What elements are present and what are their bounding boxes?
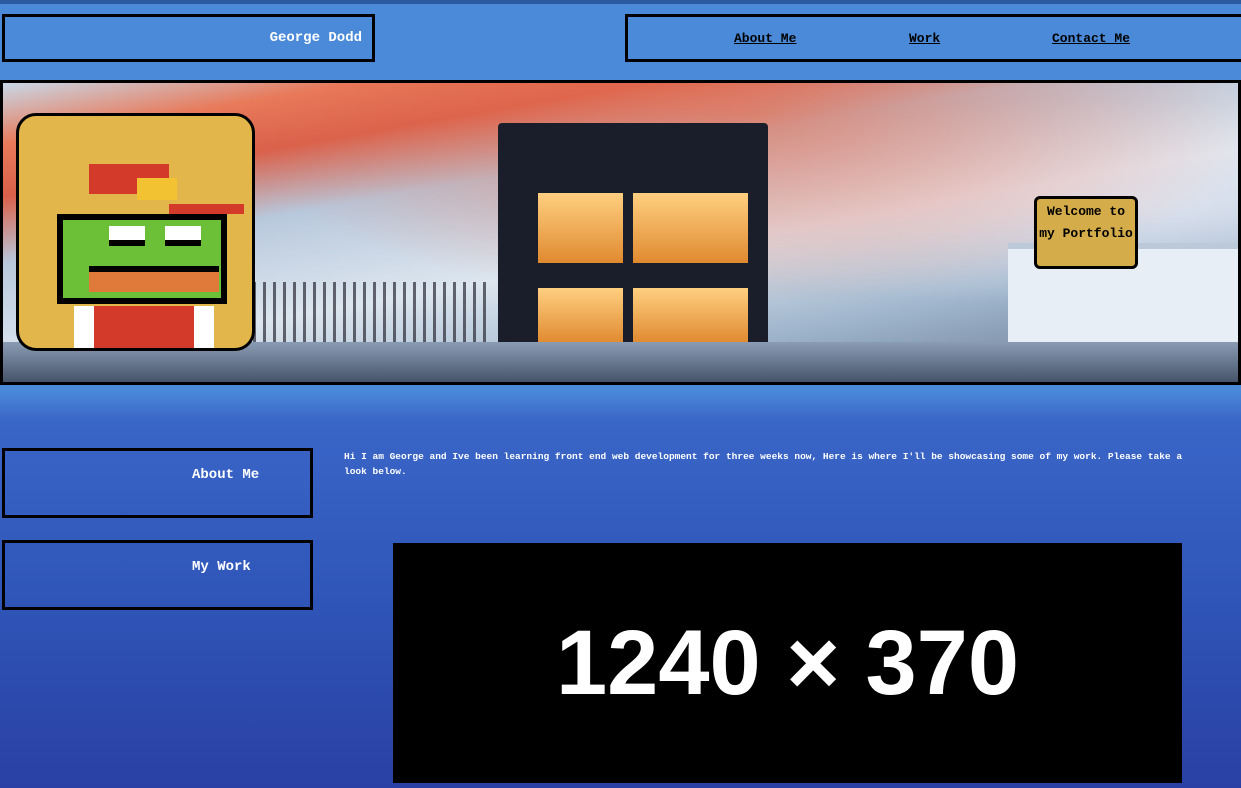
site-name-box: George Dodd: [2, 14, 375, 62]
sidebar-my-work[interactable]: My Work: [2, 540, 313, 610]
top-border: [0, 0, 1241, 4]
avatar: [16, 113, 255, 351]
main-nav: About Me Work Contact Me: [625, 14, 1241, 62]
nav-contact-me[interactable]: Contact Me: [1052, 31, 1130, 46]
welcome-badge: Welcome to my Portfolio: [1034, 196, 1138, 269]
intro-text: Hi I am George and Ive been learning fro…: [344, 451, 1183, 477]
nav-work[interactable]: Work: [909, 31, 940, 46]
sidebar-about-me[interactable]: About Me: [2, 448, 313, 518]
nav-about-me[interactable]: About Me: [734, 31, 796, 46]
placeholder-label: 1240 × 370: [555, 611, 1019, 714]
site-name: George Dodd: [269, 30, 362, 46]
work-image-placeholder: 1240 × 370: [393, 543, 1182, 783]
